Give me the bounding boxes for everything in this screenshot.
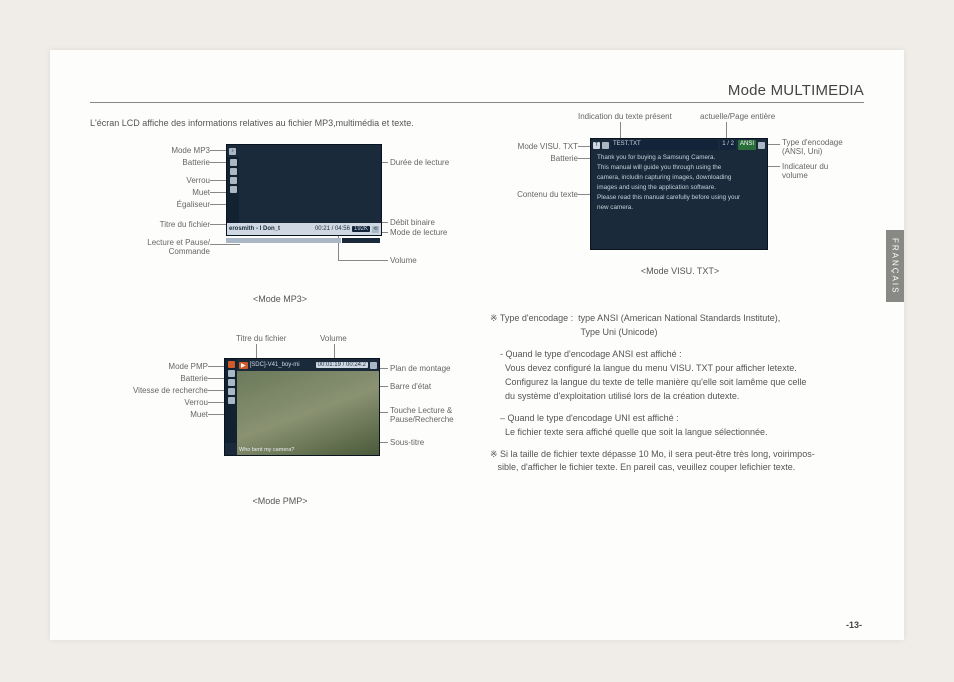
label-verrou: Verrou: [186, 176, 210, 185]
label-pmp-touche: Touche Lecture & Pause/Recherche: [390, 406, 454, 424]
music-icon: ♪: [229, 148, 236, 155]
label-pmp-titre: Titre du fichier: [236, 334, 286, 343]
note1-l2: Type Uni (Unicode): [581, 327, 658, 337]
label-txt-indication: Indication du texte présent: [578, 112, 672, 121]
note2-l2: sible, d'afficher le fichier texte. En p…: [498, 462, 796, 472]
label-pmp-mode: Mode PMP: [168, 362, 208, 371]
label-txt-indicateur: Indicateur du volume: [782, 162, 828, 180]
ansi-title: - Quand le type d'encodage ANSI est affi…: [500, 349, 682, 359]
header-rule: [90, 102, 864, 103]
mute-icon: [230, 177, 237, 184]
mp3-time: 00:21 / 04:56: [315, 226, 350, 232]
txt-line-0: Thank you for buying a Samsung Camera.: [597, 153, 761, 163]
pmp-diagram: Titre du fichier Volume Mode PMP Batteri…: [90, 334, 470, 494]
pmp-mute-icon: [228, 397, 235, 404]
label-txt-contenu: Contenu du texte: [517, 190, 578, 199]
label-txt-type: Type d'encodage (ANSI, Uni): [782, 138, 843, 156]
repeat-icon: ⟲: [372, 226, 379, 233]
txt-title: TEST.TXT: [611, 140, 718, 150]
label-volume: Volume: [390, 256, 417, 265]
pmp-time: 00:01:19 / 00:24:2: [316, 362, 368, 368]
label-duree: Durée de lecture: [390, 158, 449, 167]
pmp-subtitle: Who bent my camera?: [239, 447, 377, 453]
mp3-screen: ♪ erosmith - I Don_t 00:21 / 04:56 192K: [226, 144, 382, 236]
page-number: -13-: [846, 620, 862, 630]
label-muet: Muet: [192, 188, 210, 197]
ansi-l1: Vous devez configuré la langue du menu V…: [505, 363, 797, 373]
pmp-vol-icon: [370, 362, 377, 369]
label-pmp-batterie: Batterie: [180, 374, 208, 383]
txt-line-3: images and using the application softwar…: [597, 183, 761, 193]
pmp-mode-icon: [228, 361, 235, 368]
label-pmp-verrou: Verrou: [184, 398, 208, 407]
txt-mode-icon: T: [593, 142, 600, 149]
txt-line-1: This manual will guide you through using…: [597, 163, 761, 173]
page-title: Mode MULTIMEDIA: [728, 82, 864, 99]
note1-prefix: ※ Type d'encodage :: [490, 313, 573, 323]
label-pmp-muet: Muet: [190, 410, 208, 419]
mp3-title: erosmith - I Don_t: [229, 226, 280, 232]
mp3-diagram: Mode MP3 Batterie Verrou Muet Égaliseur …: [90, 138, 470, 288]
pmp-speed-icon: [228, 379, 235, 386]
pmp-battery-icon: [228, 370, 235, 377]
label-mode-mp3: Mode MP3: [171, 146, 210, 155]
lock-icon: [230, 168, 237, 175]
language-tab: FRANÇAIS: [886, 230, 904, 302]
label-txt-actuelle: actuelle/Page entière: [700, 112, 775, 121]
label-egaliseur: Égaliseur: [177, 200, 210, 209]
eq-icon: [230, 186, 237, 193]
txt-caption: <Mode VISU. TXT>: [490, 266, 870, 276]
label-pmp-barre: Barre d'état: [390, 382, 431, 391]
txt-line-2: camera, includin capturing images, downl…: [597, 173, 761, 183]
uni-l1: Le fichier texte sera affiché quelle que…: [505, 427, 768, 437]
body-text: ※ Type d'encodage : type ANSI (American …: [490, 312, 870, 483]
label-titre: Titre du fichier: [160, 220, 210, 229]
note2-l1: ※ Si la taille de fichier texte dépasse …: [490, 449, 815, 459]
ansi-l2: Configurez la langue du texte de telle m…: [505, 377, 806, 387]
note1-l1: type ANSI (American National Standards I…: [578, 313, 780, 323]
label-mode-lecture: Mode de lecture: [390, 228, 447, 237]
uni-title: – Quand le type d'encodage UNI est affic…: [500, 413, 679, 423]
txt-diagram: Indication du texte présent actuelle/Pag…: [490, 112, 870, 282]
label-txt-mode: Mode VISU. TXT: [518, 142, 578, 151]
pmp-frame: [237, 371, 379, 455]
label-pmp-plan: Plan de montage: [390, 364, 451, 373]
pmp-caption: <Mode PMP>: [90, 496, 470, 506]
label-debit: Débit binaire: [390, 218, 435, 227]
ansi-l3: du système d'exploitation utilisé lors d…: [505, 391, 739, 401]
pmp-play-icon: ▶: [239, 362, 248, 369]
intro-text: L'écran LCD affiche des informations rel…: [90, 118, 414, 128]
txt-page: 1 / 2: [720, 140, 736, 150]
mp3-bitrate: 192K: [352, 226, 370, 232]
pmp-file: [SDC]-V41_boy-mi: [250, 362, 300, 368]
txt-line-4: Please read this manual carefully before…: [597, 193, 761, 203]
txt-screen: T TEST.TXT 1 / 2 ANSI Thank you for buyi…: [590, 138, 768, 250]
label-lecture-pause: Lecture et Pause/ Commande: [147, 238, 210, 256]
txt-line-5: new camera.: [597, 203, 761, 213]
label-pmp-vitesse: Vitesse de recherche: [133, 386, 208, 395]
label-pmp-volume: Volume: [320, 334, 347, 343]
label-batterie: Batterie: [182, 158, 210, 167]
battery-icon: [230, 159, 237, 166]
mp3-caption: <Mode MP3>: [90, 294, 470, 304]
label-txt-batterie: Batterie: [550, 154, 578, 163]
txt-vol-icon: [758, 142, 765, 149]
pmp-screen: ▶ [SDC]-V41_boy-mi 00:01:19 / 00:24:2 Wh…: [224, 358, 380, 456]
txt-enc: ANSI: [738, 140, 756, 150]
pmp-lock-icon: [228, 388, 235, 395]
txt-battery-icon: [602, 142, 609, 149]
label-pmp-soustitre: Sous-titre: [390, 438, 424, 447]
